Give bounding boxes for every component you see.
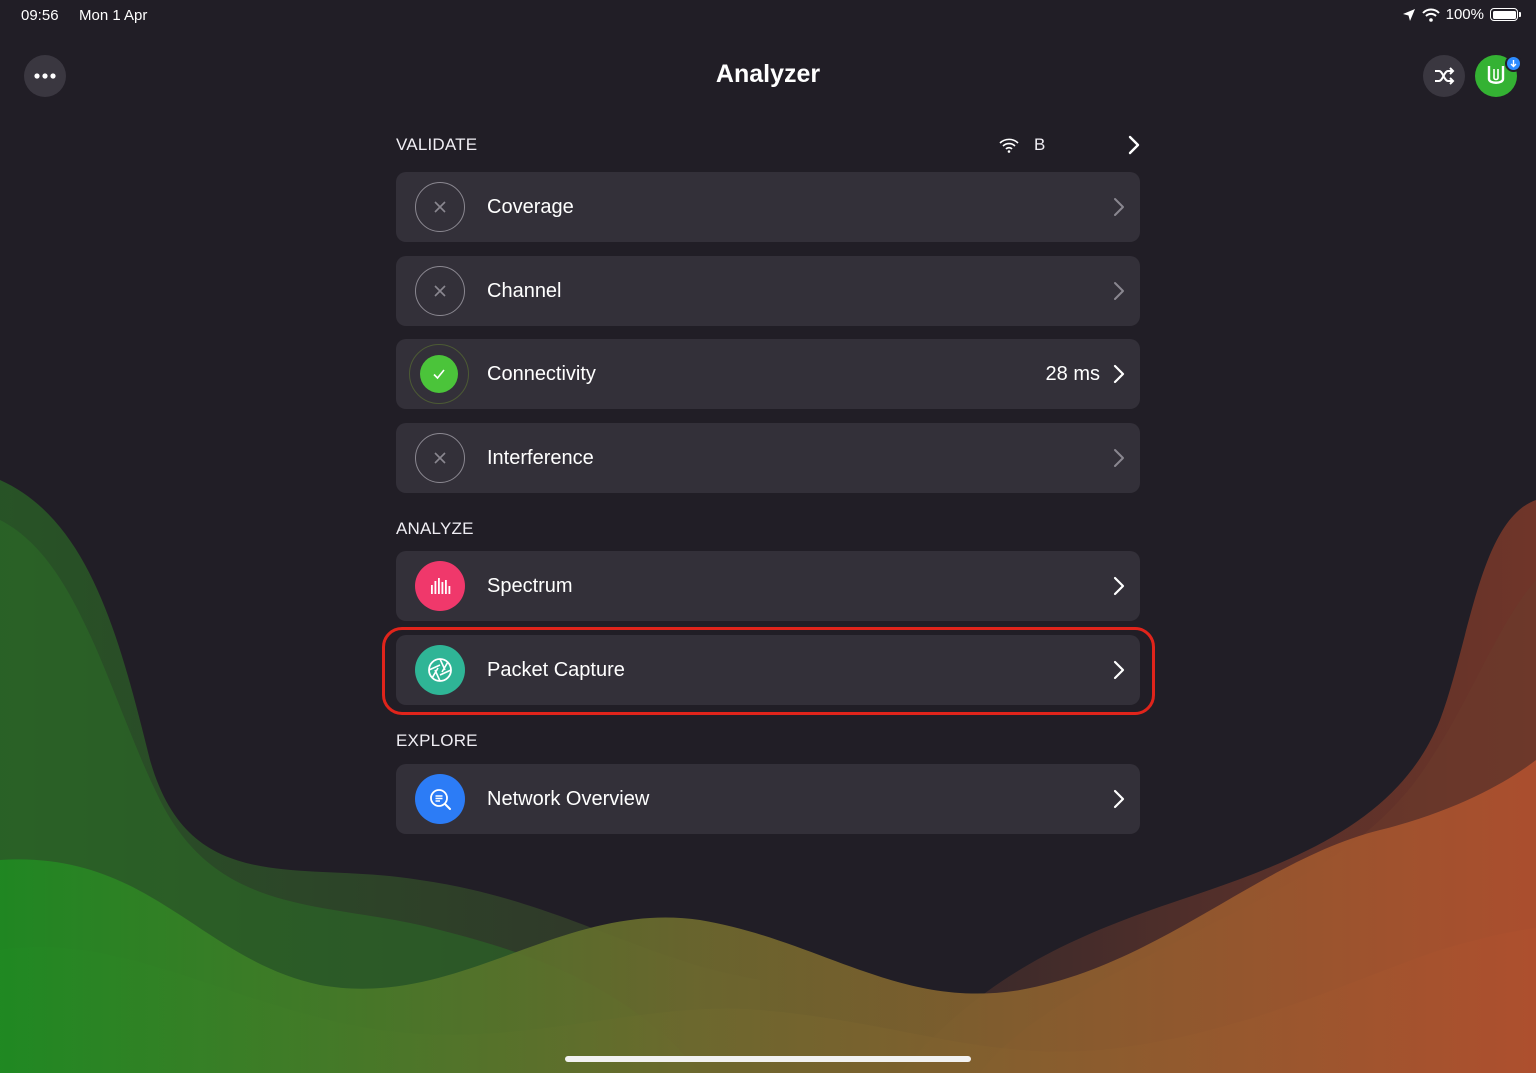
analyze-item-packet-capture[interactable]: Packet Capture	[396, 635, 1140, 705]
section-title: ANALYZE	[396, 519, 474, 538]
row-label: Connectivity	[487, 362, 596, 385]
shuffle-icon	[1435, 67, 1455, 85]
section-analyze-header: ANALYZE	[396, 514, 1140, 544]
battery-icon	[1490, 8, 1521, 21]
analyze-item-spectrum[interactable]: Spectrum	[396, 551, 1140, 621]
status-not-run-icon	[415, 182, 465, 232]
wifi-icon	[999, 138, 1019, 153]
network-name: B	[1034, 135, 1046, 154]
aperture-icon	[415, 645, 465, 695]
validate-item-channel[interactable]: Channel	[396, 256, 1140, 326]
location-arrow-icon	[1402, 8, 1415, 21]
chevron-right-icon	[1114, 198, 1124, 216]
wifi-icon	[1421, 8, 1440, 22]
status-bar: 09:56 Mon 1 Apr 100%	[0, 0, 1536, 30]
status-date: Mon 1 Apr	[79, 7, 148, 24]
battery-percent: 100%	[1445, 6, 1484, 23]
explore-item-network-overview[interactable]: Network Overview	[396, 764, 1140, 834]
chevron-right-icon	[1113, 789, 1125, 809]
validate-item-connectivity[interactable]: Connectivity 28 ms	[396, 339, 1140, 409]
download-arrow-icon	[1510, 60, 1517, 68]
chevron-right-icon	[1128, 135, 1140, 155]
chevron-right-icon	[1114, 449, 1124, 467]
row-label: Packet Capture	[487, 658, 625, 681]
row-label: Network Overview	[487, 787, 650, 810]
page-title: Analyzer	[715, 60, 821, 88]
status-not-run-icon	[415, 266, 465, 316]
checkmark-icon	[433, 369, 445, 380]
row-label: Coverage	[487, 195, 574, 218]
section-explore-header: EXPLORE	[396, 726, 1140, 756]
app-badge-icon	[1487, 66, 1505, 84]
latency-value: 28 ms	[1045, 362, 1100, 385]
status-passed-icon	[409, 344, 469, 404]
network-selector[interactable]: B	[998, 135, 1140, 155]
chevron-right-icon	[1114, 282, 1124, 300]
spectrum-bars-icon	[415, 561, 465, 611]
validate-item-interference[interactable]: Interference	[396, 423, 1140, 493]
chevron-right-icon	[1113, 576, 1125, 596]
status-not-run-icon	[415, 433, 465, 483]
update-badge	[1505, 55, 1522, 72]
row-label: Channel	[487, 279, 562, 302]
chevron-right-icon	[1113, 364, 1125, 384]
section-validate-header: VALIDATE B	[396, 130, 1140, 160]
home-indicator[interactable]	[565, 1056, 971, 1062]
validate-item-coverage[interactable]: Coverage	[396, 172, 1140, 242]
section-title: VALIDATE	[396, 135, 478, 154]
section-title: EXPLORE	[396, 731, 478, 750]
shuffle-button[interactable]	[1423, 55, 1465, 97]
magnifier-icon	[415, 774, 465, 824]
chevron-right-icon	[1113, 660, 1125, 680]
status-indicators: 100%	[1402, 6, 1521, 23]
row-label: Spectrum	[487, 574, 573, 597]
status-time: 09:56	[21, 7, 59, 24]
row-label: Interference	[487, 446, 594, 469]
